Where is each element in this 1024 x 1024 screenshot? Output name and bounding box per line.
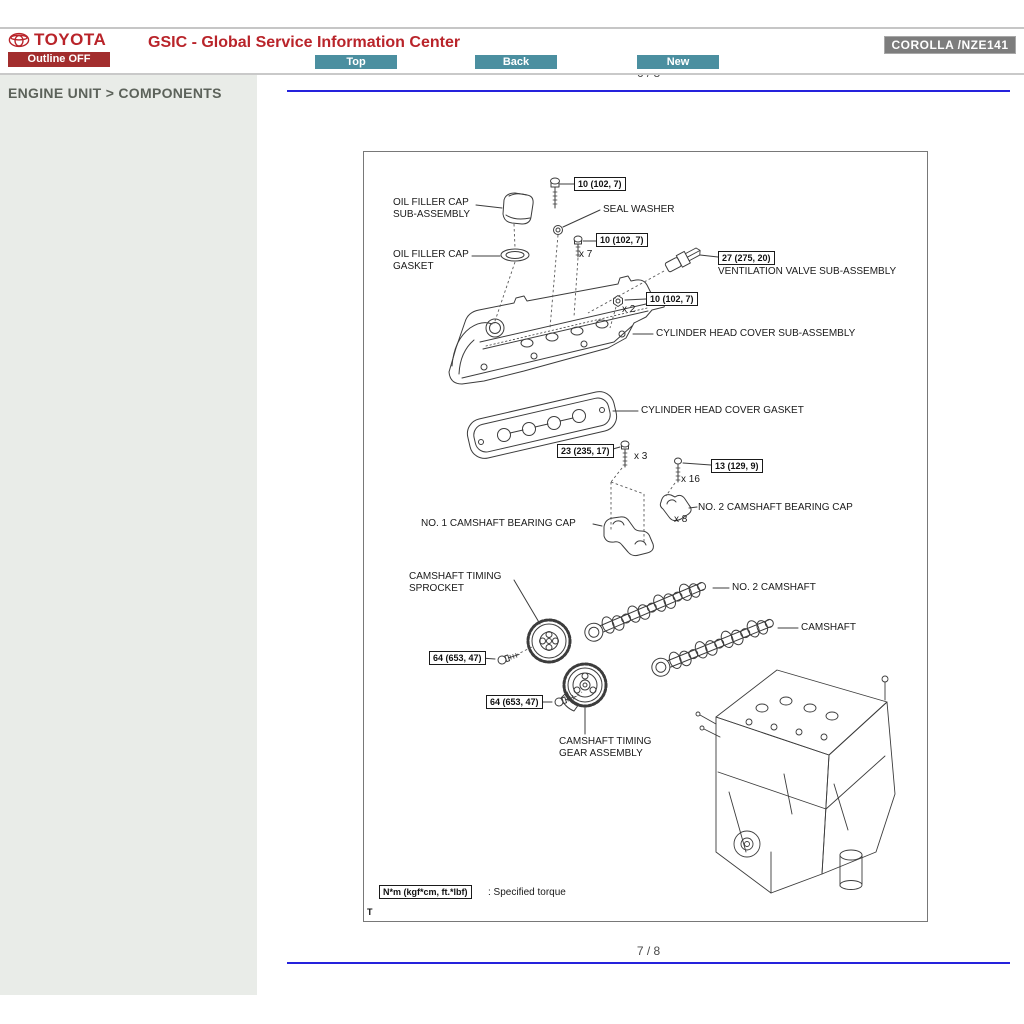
bolt-icon — [551, 178, 560, 208]
sidebar: ENGINE UNIT > COMPONENTS — [0, 75, 257, 995]
components-diagram: OIL FILLER CAP SUB-ASSEMBLY OIL FILLER C… — [363, 151, 928, 922]
new-button[interactable]: New — [637, 55, 719, 69]
bolt-icon — [497, 651, 520, 665]
toyota-logo-icon — [8, 32, 30, 48]
camshaft-timing-gear-art — [561, 664, 606, 711]
torque-gear-bolt: 64 (653, 47) — [486, 695, 543, 709]
legend-text: : Specified torque — [488, 887, 566, 898]
corner-mark: T — [367, 907, 373, 917]
torque-bearing-bolt-a: 23 (235, 17) — [557, 444, 614, 458]
qty-cover-nut: x 2 — [622, 304, 635, 315]
qty-bearing-cap: x 8 — [674, 514, 687, 525]
outline-off-button[interactable]: Outline OFF — [8, 52, 110, 67]
divider-bottom — [287, 962, 1010, 964]
ventilation-valve-art — [664, 245, 703, 274]
app-header: TOYOTA GSIC - Global Service Information… — [0, 0, 1024, 75]
header-top-rule — [0, 27, 1024, 29]
no2-camshaft-art — [582, 576, 709, 644]
qty-head-bolt: x 7 — [579, 249, 592, 260]
oil-filler-cap-art — [503, 193, 533, 224]
label-no2-camshaft: NO. 2 CAMSHAFT — [732, 582, 816, 594]
page-indicator-bottom: 7 / 8 — [287, 944, 1010, 958]
toyota-brand: TOYOTA — [8, 30, 106, 50]
label-ventilation-valve: VENTILATION VALVE SUB-ASSEMBLY — [718, 266, 896, 278]
top-button[interactable]: Top — [315, 55, 397, 69]
label-cylinder-head-cover-gasket: CYLINDER HEAD COVER GASKET — [641, 405, 804, 417]
page-title: GSIC - Global Service Information Center — [148, 34, 460, 52]
engine-block-art — [696, 670, 895, 893]
header-bottom-rule — [0, 73, 1024, 75]
torque-head-bolt: 10 (102, 7) — [596, 233, 648, 247]
legend-units-box: N*m (kgf*cm, ft.*lbf) — [379, 885, 472, 899]
label-camshaft: CAMSHAFT — [801, 622, 856, 634]
torque-bearing-bolt-b: 13 (129, 9) — [711, 459, 763, 473]
torque-cover-nut: 10 (102, 7) — [646, 292, 698, 306]
qty-bearing-b: x 16 — [681, 474, 700, 485]
toyota-brand-text: TOYOTA — [34, 30, 106, 50]
seal-washer-art — [554, 226, 563, 235]
label-oil-filler-cap: OIL FILLER CAP SUB-ASSEMBLY — [393, 197, 470, 221]
divider-top — [287, 90, 1010, 92]
cylinder-head-cover-art — [449, 276, 667, 384]
breadcrumb: ENGINE UNIT > COMPONENTS — [0, 75, 257, 111]
torque-sprocket-bolt: 64 (653, 47) — [429, 651, 486, 665]
back-button[interactable]: Back — [475, 55, 557, 69]
label-timing-gear: CAMSHAFT TIMING GEAR ASSEMBLY — [559, 736, 651, 760]
oil-filler-cap-gasket-art — [501, 249, 529, 261]
label-no1-bearing-cap: NO. 1 CAMSHAFT BEARING CAP — [421, 518, 576, 530]
label-timing-sprocket: CAMSHAFT TIMING SPROCKET — [409, 571, 501, 595]
qty-bearing-a: x 3 — [634, 451, 647, 462]
torque-vent-valve: 27 (275, 20) — [718, 251, 775, 265]
label-oil-filler-cap-gasket: OIL FILLER CAP GASKET — [393, 249, 469, 273]
vehicle-badge: COROLLA /NZE141 — [884, 36, 1016, 54]
label-seal-washer: SEAL WASHER — [603, 204, 675, 216]
label-cylinder-head-cover: CYLINDER HEAD COVER SUB-ASSEMBLY — [656, 328, 855, 340]
camshaft-timing-sprocket-art — [528, 620, 570, 662]
camshaft-art — [649, 613, 776, 679]
bolt-icon — [621, 441, 629, 467]
torque-cap-bolt: 10 (102, 7) — [574, 177, 626, 191]
label-no2-bearing-cap: NO. 2 CAMSHAFT BEARING CAP — [698, 502, 853, 514]
